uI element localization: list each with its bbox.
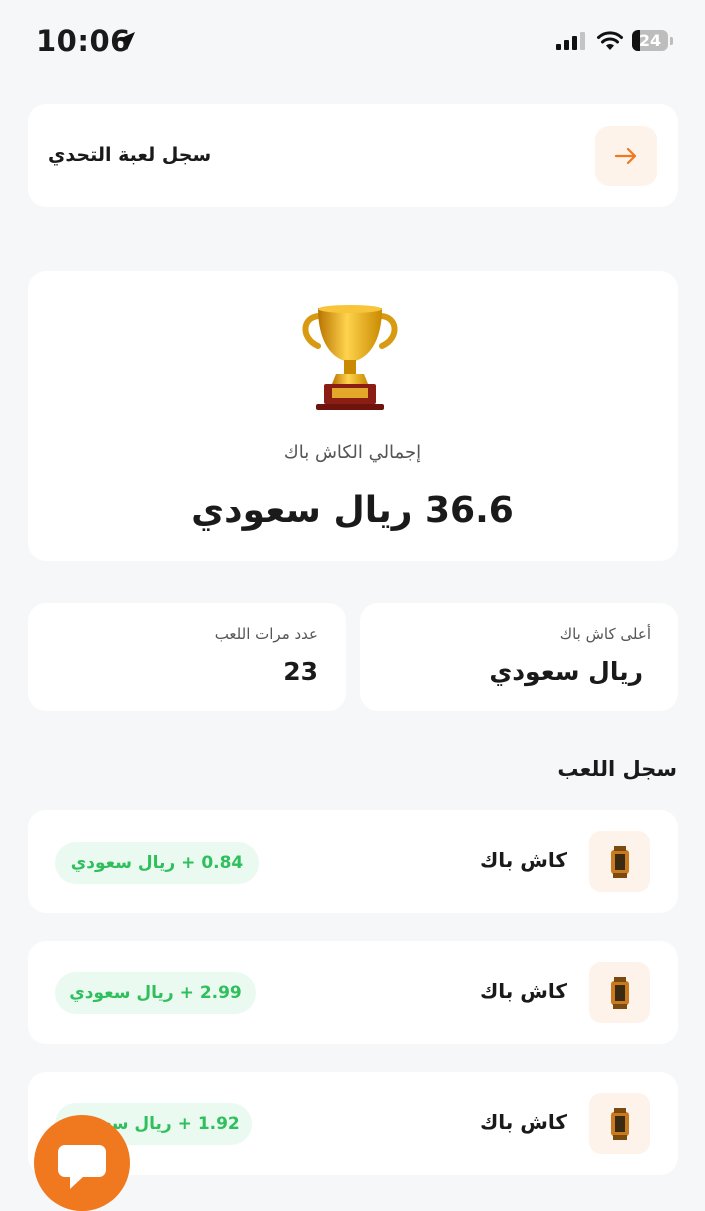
location-arrow-icon [117,32,135,50]
plays-count-value: 23 [283,657,318,686]
status-bar: 10:06 24 [0,0,705,84]
trophy-icon [302,305,398,410]
history-row-title: كاش باك [479,848,567,872]
cellular-signal-icon [556,32,585,50]
battery-icon: 24 [632,30,668,51]
chat-button[interactable] [34,1115,130,1211]
back-button[interactable] [595,126,657,186]
history-row-amount: 0.84 + ريال سعودي [55,842,259,884]
history-row-title: كاش باك [479,1110,567,1134]
total-cashback-value: 36.6 ريال سعودي [191,490,514,531]
battery-tip [670,37,673,45]
cashback-item-icon [589,962,650,1023]
cashback-item-icon [589,1093,650,1154]
wifi-icon [597,31,623,50]
history-row-title: كاش باك [479,979,567,1003]
total-cashback-label: إجمالي الكاش باك [283,442,422,463]
history-row-amount: 2.99 + ريال سعودي [55,972,256,1014]
highest-cashback-label: أعلى كاش باك [559,625,651,643]
chat-bubble-icon [58,1145,106,1189]
highest-cashback-value: ريال سعودي [489,657,643,686]
page-title: سجل لعبة التحدي [48,144,212,166]
battery-level: 24 [638,31,662,50]
arrow-right-icon [614,147,637,165]
plays-count-label: عدد مرات اللعب [214,625,318,643]
history-section-title: سجل اللعب [557,757,677,781]
cashback-item-icon [589,831,650,892]
